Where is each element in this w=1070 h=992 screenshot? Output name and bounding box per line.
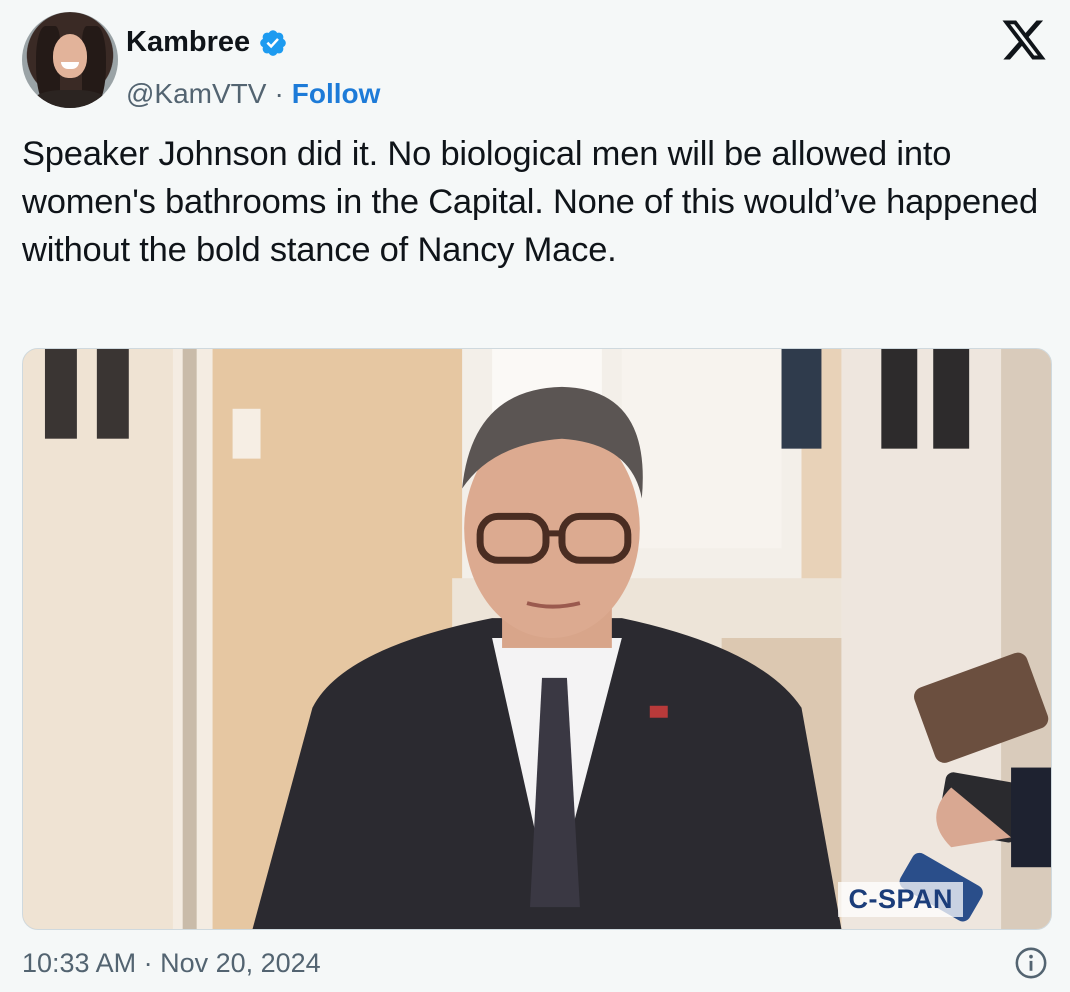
info-circle-icon[interactable] — [1014, 946, 1048, 980]
x-logo-icon[interactable] — [998, 16, 1050, 64]
author-handle-row: @KamVTV · Follow — [126, 78, 380, 110]
tweet-header: Kambree @KamVTV · Follow — [20, 12, 1050, 112]
author-name[interactable]: Kambree — [126, 26, 250, 59]
verified-badge-icon — [260, 29, 286, 56]
follow-button[interactable]: Follow — [292, 78, 381, 110]
tweet-text: Speaker Johnson did it. No biological me… — [22, 135, 1038, 269]
author-avatar[interactable] — [22, 12, 118, 108]
author-handle[interactable]: @KamVTV — [126, 78, 266, 110]
speaker-photo — [23, 349, 1051, 929]
tweet-media-image[interactable]: C-SPAN — [22, 348, 1052, 930]
separator-dot: · — [274, 78, 284, 109]
author-name-row: Kambree — [126, 26, 288, 59]
cspan-watermark: C-SPAN — [838, 882, 963, 917]
tweet-timestamp[interactable]: 10:33 AM · Nov 20, 2024 — [22, 948, 321, 979]
